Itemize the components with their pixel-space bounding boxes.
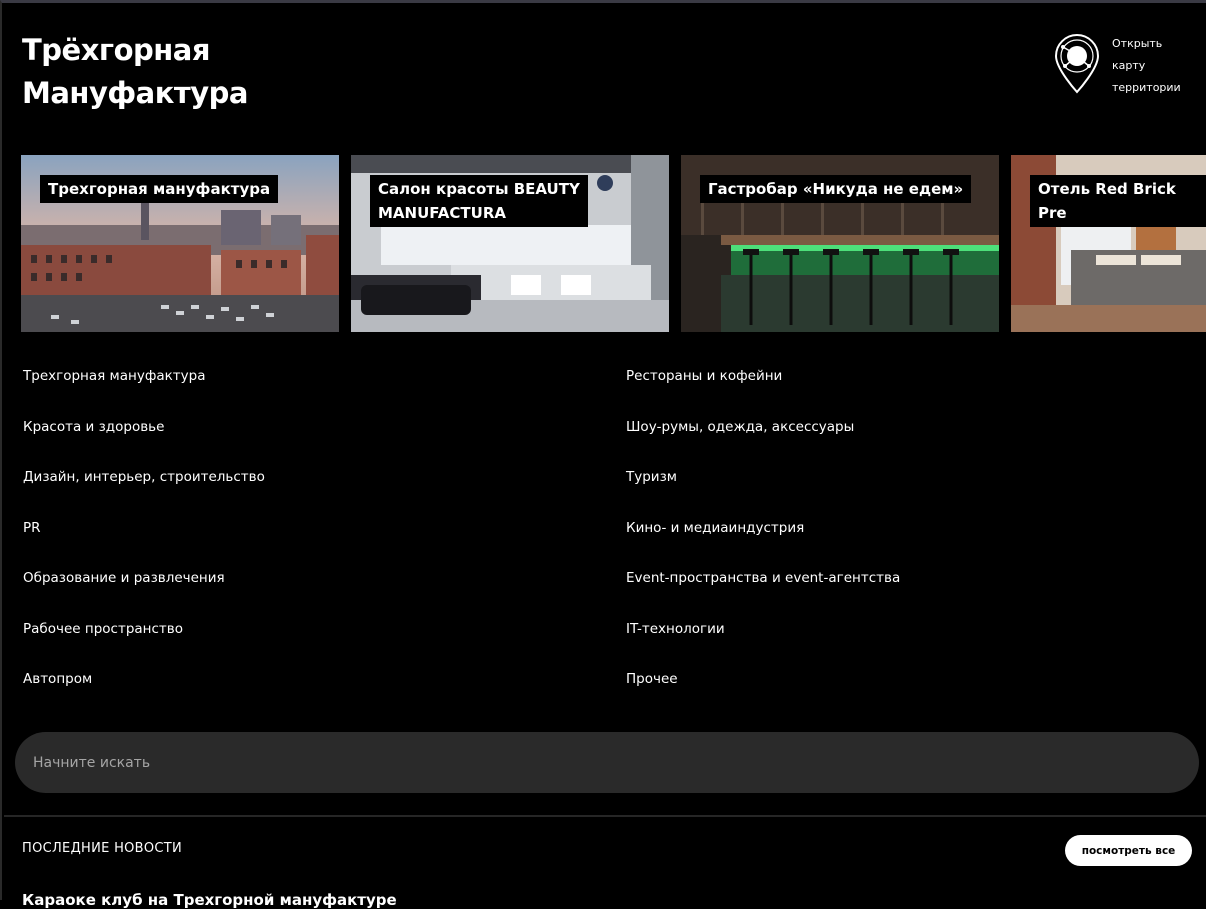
category-list: Трехгорная мануфактура Рестораны и кофей…	[23, 365, 1203, 719]
card-label: Гастробар «Никуда не едем»	[700, 175, 972, 203]
news-item-title[interactable]: Караоке клуб на Трехгорной мануфактуре	[22, 891, 397, 909]
section-divider	[4, 815, 1206, 817]
card-label: Отель Red Brick Pre	[1030, 175, 1206, 227]
open-territory-map-link[interactable]: Открыть карту территории	[1052, 33, 1202, 99]
logo-line-1: Трёхгорная	[22, 33, 210, 67]
logo-line-2: Мануфактура	[22, 76, 248, 110]
card-label: Салон красоты BEAUTY MANUFACTURA	[370, 175, 588, 227]
category-link[interactable]: PR	[23, 517, 626, 568]
search-bar	[15, 732, 1199, 793]
category-link[interactable]: Шоу-румы, одежда, аксессуары	[626, 416, 1186, 467]
category-link[interactable]: Event-пространства и event-агентства	[626, 567, 1186, 618]
card-label: Трехгорная мануфактура	[40, 175, 279, 203]
page: Трёхгорная Мануфактура Открыть карту тер…	[0, 0, 1206, 909]
category-link[interactable]: Рабочее пространство	[23, 618, 626, 669]
map-link-line-3: территории	[1112, 81, 1181, 94]
latest-news-heading: ПОСЛЕДНИЕ НОВОСТИ	[22, 841, 183, 856]
view-all-news-button[interactable]: посмотреть все	[1065, 835, 1192, 866]
card-hotel[interactable]: Отель Red Brick Pre	[1011, 155, 1206, 332]
map-link-text: Открыть карту территории	[1112, 33, 1202, 99]
category-link[interactable]: Кино- и медиаиндустрия	[626, 517, 1186, 568]
category-link[interactable]: Прочее	[626, 668, 1186, 719]
search-input[interactable]	[33, 754, 1199, 771]
map-link-line-1: Открыть	[1112, 37, 1163, 50]
category-link[interactable]: Автопром	[23, 668, 626, 719]
category-link[interactable]: IT-технологии	[626, 618, 1186, 669]
card-trekhgornaya[interactable]: Трехгорная мануфактура	[21, 155, 339, 332]
category-link[interactable]: Дизайн, интерьер, строительство	[23, 466, 626, 517]
category-link[interactable]: Рестораны и кофейни	[626, 365, 1186, 416]
category-link[interactable]: Трехгорная мануфактура	[23, 365, 626, 416]
category-link[interactable]: Туризм	[626, 466, 1186, 517]
card-gastrobar[interactable]: Гастробар «Никуда не едем»	[681, 155, 999, 332]
card-beauty-salon[interactable]: Салон красоты BEAUTY MANUFACTURA	[351, 155, 669, 332]
map-link-line-2: карту	[1112, 59, 1146, 72]
site-logo[interactable]: Трёхгорная Мануфактура	[22, 29, 248, 115]
category-link[interactable]: Образование и развлечения	[23, 567, 626, 618]
map-pin-icon	[1054, 34, 1100, 94]
featured-cards: Трехгорная мануфактура Салон красоты BEA…	[21, 155, 1206, 332]
category-link[interactable]: Красота и здоровье	[23, 416, 626, 467]
